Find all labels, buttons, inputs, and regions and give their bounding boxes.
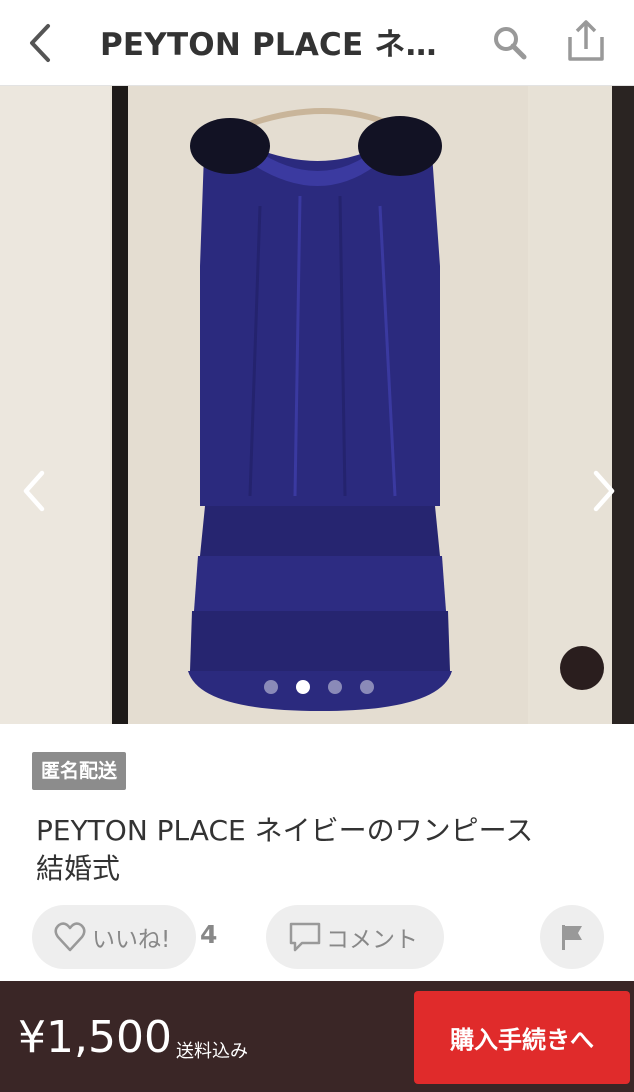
like-count: 4	[200, 920, 218, 949]
search-icon	[494, 27, 527, 60]
flag-icon	[562, 925, 582, 950]
image-carousel[interactable]	[0, 86, 634, 724]
report-button[interactable]	[540, 905, 604, 969]
comment-icon	[289, 922, 321, 952]
top-nav-bar: PEYTON PLACE ネ…	[0, 0, 634, 86]
carousel-next-button[interactable]	[586, 468, 622, 514]
search-button[interactable]	[490, 22, 530, 64]
comment-button[interactable]: コメント	[266, 905, 444, 969]
carousel-dot[interactable]	[360, 680, 374, 694]
share-icon	[568, 20, 604, 61]
shipping-included-label: 送料込み	[176, 1041, 248, 1062]
carousel-dot[interactable]	[328, 680, 342, 694]
chevron-left-icon	[30, 24, 50, 62]
carousel-dot-active[interactable]	[296, 680, 310, 694]
buy-button[interactable]: 購入手続きへ	[414, 991, 630, 1084]
carousel-page-indicator	[264, 680, 374, 694]
price: ¥1,500	[18, 1012, 172, 1063]
carousel-dot[interactable]	[264, 680, 278, 694]
chevron-left-icon	[23, 470, 45, 512]
anonymous-shipping-badge: 匿名配送	[32, 752, 127, 790]
back-button[interactable]	[22, 20, 58, 66]
like-label: いいね!	[92, 927, 171, 953]
product-title: PEYTON PLACE ネイビーのワンピース 結婚式	[36, 814, 534, 885]
share-button[interactable]	[564, 18, 608, 64]
product-photo	[0, 86, 634, 724]
item-detail-page: PEYTON PLACE ネ… 匿名配送 PEYTON PLACE ネイビーのワ…	[0, 0, 634, 1092]
chevron-right-icon	[593, 470, 615, 512]
like-button[interactable]: いいね!	[32, 905, 196, 969]
comment-label: コメント	[326, 927, 418, 953]
carousel-prev-button[interactable]	[16, 468, 52, 514]
heart-icon	[54, 922, 86, 952]
page-title: PEYTON PLACE ネ…	[100, 27, 437, 63]
